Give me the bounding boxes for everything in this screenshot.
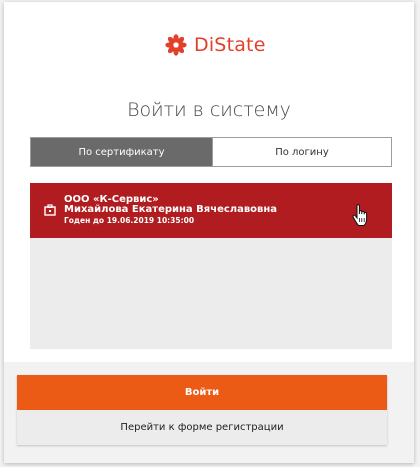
brand-name: DiState: [194, 34, 266, 56]
hand-pointer-icon: [352, 204, 370, 228]
certificate-owner: Михайлова Екатерина Вячеславовна: [64, 204, 278, 215]
certificate-case-icon: [44, 201, 56, 216]
page-title: Войти в систему: [127, 99, 291, 121]
certificate-validity: Годен до 19.06.2019 10:35:00: [64, 216, 195, 225]
certificate-list[interactable]: ООО «К-Сервис» Михайлова Екатерина Вячес…: [30, 183, 392, 349]
login-button[interactable]: Войти: [17, 375, 387, 410]
tab-login[interactable]: По логину: [212, 138, 391, 166]
brand-logo: DiState: [164, 30, 266, 60]
login-method-tabs: По сертификату По логину: [30, 137, 392, 167]
register-form-button[interactable]: Перейти к форме регистрации: [17, 410, 387, 445]
action-footer: Войти Перейти к форме регистрации: [4, 362, 414, 463]
flower-logo-icon: [164, 33, 188, 57]
certificate-item[interactable]: ООО «К-Сервис» Михайлова Екатерина Вячес…: [30, 183, 392, 238]
tab-certificate[interactable]: По сертификату: [31, 138, 212, 166]
